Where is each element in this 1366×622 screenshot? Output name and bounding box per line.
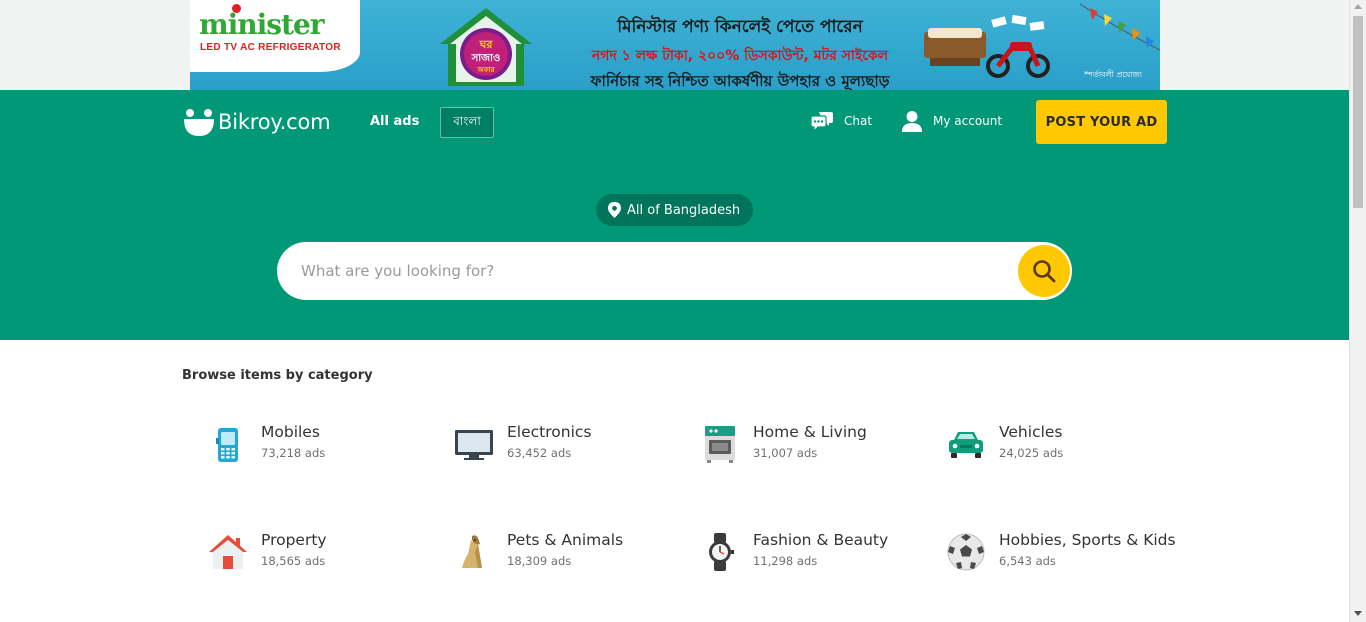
category-count: 31,007 ads [753, 446, 818, 460]
category-fashion-beauty[interactable]: Fashion & Beauty 11,298 ads [700, 530, 888, 572]
category-count: 73,218 ads [261, 446, 326, 460]
ghor-sajao-house-icon: ঘর সাজাও অফার [440, 8, 532, 86]
category-name: Hobbies, Sports & Kids [999, 531, 1176, 549]
category-count: 18,309 ads [507, 554, 572, 568]
category-count: 18,565 ads [261, 554, 326, 568]
watch-icon [709, 533, 734, 571]
minister-banner-ad[interactable]: minister LED TV AC REFRIGERATOR ঘর সাজাও… [190, 0, 1160, 90]
category-home-living[interactable]: Home & Living 31,007 ads [700, 422, 867, 464]
minister-logo: minister LED TV AC REFRIGERATOR [190, 0, 360, 72]
language-toggle-button[interactable]: বাংলা [440, 107, 494, 138]
location-selector[interactable]: All of Bangladesh [596, 194, 754, 226]
category-mobiles[interactable]: Mobiles 73,218 ads [208, 422, 325, 464]
chat-label: Chat [844, 114, 873, 128]
search-bar [277, 242, 1072, 300]
category-count: 11,298 ads [753, 554, 818, 568]
scroll-up-arrow-icon[interactable] [1354, 4, 1362, 9]
bikroy-smile-icon [184, 109, 214, 136]
nav-all-ads-link[interactable]: All ads [370, 114, 419, 129]
house-text-1: ঘর [479, 38, 494, 51]
banner-brand-text: minister [199, 8, 325, 41]
banner-line1: মিনিস্টার পণ্য কিনলেই পেতে পারেন [617, 17, 863, 37]
location-pin-icon [608, 202, 621, 218]
car-icon [949, 432, 983, 458]
search-button[interactable] [1018, 245, 1070, 297]
page-scrollbar[interactable] [1349, 0, 1366, 622]
category-name: Mobiles [261, 423, 320, 441]
banner-area: minister LED TV AC REFRIGERATOR ঘর সাজাও… [0, 0, 1349, 90]
house-text-2: সাজাও [471, 53, 501, 64]
post-your-ad-button[interactable]: POST YOUR AD [1036, 100, 1167, 144]
category-pets-animals[interactable]: Pets & Animals 18,309 ads [454, 530, 623, 572]
dog-icon [462, 535, 482, 568]
search-icon [1033, 260, 1056, 283]
banner-terms: *শর্তাবলী প্রযোজ্য [1084, 70, 1142, 79]
banner-tagline: LED TV AC REFRIGERATOR [200, 42, 341, 53]
scroll-down-arrow-icon[interactable] [1354, 611, 1362, 616]
location-label: All of Bangladesh [627, 202, 741, 218]
category-hobbies-sports-kids[interactable]: Hobbies, Sports & Kids 6,543 ads [946, 530, 1176, 572]
category-count: 63,452 ads [507, 446, 572, 460]
hero-header: Bikroy.com All ads বাংলা Chat My account… [0, 90, 1349, 340]
banner-line3: ফার্নিচার সহ নিশ্চিত আকর্ষণীয় উপহার ও ম… [590, 72, 890, 90]
soccer-ball-icon [947, 533, 985, 571]
house-text-3: অফার [476, 66, 495, 74]
category-electronics[interactable]: Electronics 63,452 ads [454, 422, 591, 464]
category-name: Home & Living [753, 423, 867, 441]
category-name: Fashion & Beauty [753, 531, 889, 549]
monitor-icon [455, 430, 493, 460]
banner-text: মিনিস্টার পণ্য কিনলেই পেতে পারেন নগদ ১ ল… [540, 14, 940, 90]
nav-chat-link[interactable]: Chat [810, 110, 872, 132]
category-name: Property [261, 531, 327, 549]
bunting-flags-icon [1080, 3, 1160, 51]
user-icon [902, 111, 922, 132]
category-count: 24,025 ads [999, 446, 1064, 460]
browse-categories-heading: Browse items by category [182, 368, 373, 383]
banner-line2: নগদ ১ লক্ষ টাকা, ২০০% ডিসকাউন্ট, মটর সাই… [591, 48, 889, 64]
category-property[interactable]: Property 18,565 ads [208, 530, 327, 572]
category-count: 6,543 ads [999, 554, 1056, 568]
category-name: Vehicles [999, 423, 1063, 441]
nav-my-account-link[interactable]: My account [901, 110, 1002, 132]
house-icon [209, 535, 247, 569]
banner-brand-dot [232, 4, 241, 13]
logo-text: Bikroy.com [218, 110, 331, 134]
chat-bubble-icon [810, 112, 833, 132]
bikroy-logo[interactable]: Bikroy.com [183, 106, 331, 138]
scrollbar-thumb[interactable] [1353, 16, 1363, 208]
my-account-label: My account [933, 114, 1003, 128]
category-name: Electronics [507, 423, 592, 441]
bed-motorcycle-icon [924, 14, 1050, 78]
stove-icon [705, 426, 735, 463]
mobile-phone-icon [216, 428, 238, 462]
category-vehicles[interactable]: Vehicles 24,025 ads [946, 422, 1063, 464]
search-input[interactable] [301, 242, 1001, 300]
category-name: Pets & Animals [507, 531, 624, 549]
